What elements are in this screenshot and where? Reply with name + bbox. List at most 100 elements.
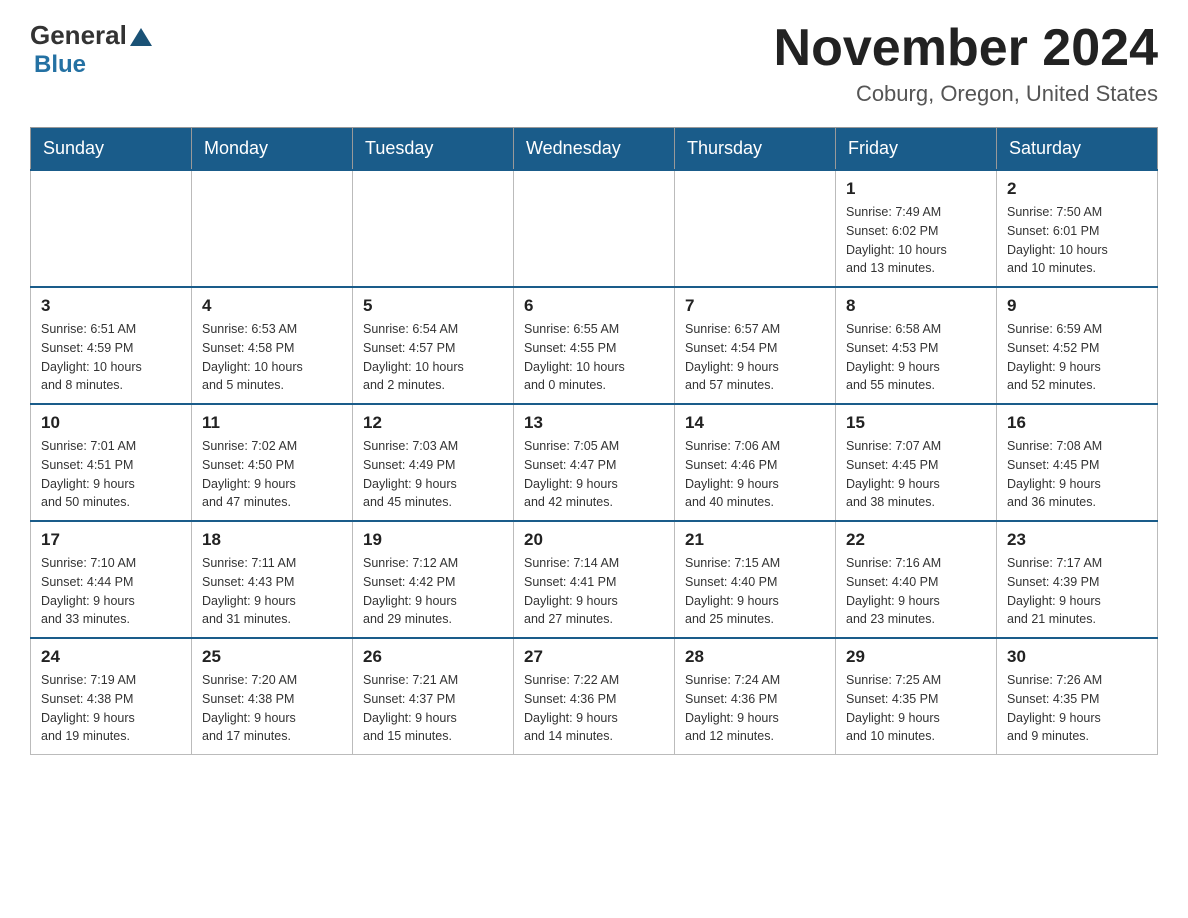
- day-number: 14: [685, 413, 825, 433]
- day-number: 20: [524, 530, 664, 550]
- day-number: 13: [524, 413, 664, 433]
- calendar-day-cell: [353, 170, 514, 287]
- calendar-day-cell: 15 Sunrise: 7:07 AMSunset: 4:45 PMDayligh…: [836, 404, 997, 521]
- calendar-day-cell: 16 Sunrise: 7:08 AMSunset: 4:45 PMDayligh…: [997, 404, 1158, 521]
- day-number: 3: [41, 296, 181, 316]
- day-number: 23: [1007, 530, 1147, 550]
- calendar-day-cell: 29 Sunrise: 7:25 AMSunset: 4:35 PMDayligh…: [836, 638, 997, 755]
- calendar-day-cell: 13 Sunrise: 7:05 AMSunset: 4:47 PMDayligh…: [514, 404, 675, 521]
- day-sun-info: Sunrise: 7:06 AMSunset: 4:46 PMDaylight:…: [685, 437, 825, 512]
- day-number: 4: [202, 296, 342, 316]
- calendar-day-cell: 14 Sunrise: 7:06 AMSunset: 4:46 PMDayligh…: [675, 404, 836, 521]
- calendar-day-cell: 18Sunrise: 7:11 AMSunset: 4:43 PMDayligh…: [192, 521, 353, 638]
- calendar-week-row: 10 Sunrise: 7:01 AMSunset: 4:51 PMDayligh…: [31, 404, 1158, 521]
- calendar-table: SundayMondayTuesdayWednesdayThursdayFrid…: [30, 127, 1158, 755]
- month-year-title: November 2024: [774, 20, 1158, 77]
- calendar-week-row: 1Sunrise: 7:49 AMSunset: 6:02 PMDaylight…: [31, 170, 1158, 287]
- day-number: 12: [363, 413, 503, 433]
- calendar-day-cell: 30 Sunrise: 7:26 AMSunset: 4:35 PMDayligh…: [997, 638, 1158, 755]
- day-sun-info: Sunrise: 7:08 AMSunset: 4:45 PMDaylight:…: [1007, 437, 1147, 512]
- day-number: 8: [846, 296, 986, 316]
- day-sun-info: Sunrise: 7:20 AMSunset: 4:38 PMDaylight:…: [202, 671, 342, 746]
- day-sun-info: Sunrise: 7:05 AMSunset: 4:47 PMDaylight:…: [524, 437, 664, 512]
- calendar-day-cell: 9 Sunrise: 6:59 AMSunset: 4:52 PMDaylight…: [997, 287, 1158, 404]
- day-sun-info: Sunrise: 7:15 AMSunset: 4:40 PMDaylight:…: [685, 554, 825, 629]
- calendar-day-cell: 20 Sunrise: 7:14 AMSunset: 4:41 PMDayligh…: [514, 521, 675, 638]
- calendar-day-cell: 4 Sunrise: 6:53 AMSunset: 4:58 PMDaylight…: [192, 287, 353, 404]
- day-number: 6: [524, 296, 664, 316]
- day-number: 19: [363, 530, 503, 550]
- day-number: 24: [41, 647, 181, 667]
- calendar-day-cell: 21 Sunrise: 7:15 AMSunset: 4:40 PMDayligh…: [675, 521, 836, 638]
- calendar-header-friday: Friday: [836, 128, 997, 171]
- day-sun-info: Sunrise: 7:14 AMSunset: 4:41 PMDaylight:…: [524, 554, 664, 629]
- day-number: 27: [524, 647, 664, 667]
- day-number: 21: [685, 530, 825, 550]
- day-number: 30: [1007, 647, 1147, 667]
- calendar-day-cell: 5Sunrise: 6:54 AMSunset: 4:57 PMDaylight…: [353, 287, 514, 404]
- calendar-day-cell: 1Sunrise: 7:49 AMSunset: 6:02 PMDaylight…: [836, 170, 997, 287]
- calendar-title-area: November 2024 Coburg, Oregon, United Sta…: [774, 20, 1158, 107]
- calendar-week-row: 17Sunrise: 7:10 AMSunset: 4:44 PMDayligh…: [31, 521, 1158, 638]
- day-sun-info: Sunrise: 7:07 AMSunset: 4:45 PMDaylight:…: [846, 437, 986, 512]
- day-number: 25: [202, 647, 342, 667]
- calendar-day-cell: 28 Sunrise: 7:24 AMSunset: 4:36 PMDayligh…: [675, 638, 836, 755]
- day-sun-info: Sunrise: 7:26 AMSunset: 4:35 PMDaylight:…: [1007, 671, 1147, 746]
- calendar-day-cell: 12Sunrise: 7:03 AMSunset: 4:49 PMDayligh…: [353, 404, 514, 521]
- day-number: 16: [1007, 413, 1147, 433]
- day-number: 28: [685, 647, 825, 667]
- calendar-day-cell: 10 Sunrise: 7:01 AMSunset: 4:51 PMDayligh…: [31, 404, 192, 521]
- day-sun-info: Sunrise: 7:49 AMSunset: 6:02 PMDaylight:…: [846, 203, 986, 278]
- location-subtitle: Coburg, Oregon, United States: [774, 81, 1158, 107]
- calendar-header-sunday: Sunday: [31, 128, 192, 171]
- day-sun-info: Sunrise: 6:58 AMSunset: 4:53 PMDaylight:…: [846, 320, 986, 395]
- day-sun-info: Sunrise: 7:16 AMSunset: 4:40 PMDaylight:…: [846, 554, 986, 629]
- day-number: 10: [41, 413, 181, 433]
- calendar-day-cell: [514, 170, 675, 287]
- calendar-day-cell: [192, 170, 353, 287]
- calendar-day-cell: 2Sunrise: 7:50 AMSunset: 6:01 PMDaylight…: [997, 170, 1158, 287]
- logo: General Blue: [30, 20, 152, 79]
- day-sun-info: Sunrise: 7:17 AMSunset: 4:39 PMDaylight:…: [1007, 554, 1147, 629]
- calendar-day-cell: 11 Sunrise: 7:02 AMSunset: 4:50 PMDayligh…: [192, 404, 353, 521]
- day-sun-info: Sunrise: 7:21 AMSunset: 4:37 PMDaylight:…: [363, 671, 503, 746]
- page-header: General Blue November 2024 Coburg, Orego…: [30, 20, 1158, 107]
- calendar-day-cell: 27Sunrise: 7:22 AMSunset: 4:36 PMDayligh…: [514, 638, 675, 755]
- day-number: 29: [846, 647, 986, 667]
- day-sun-info: Sunrise: 7:24 AMSunset: 4:36 PMDaylight:…: [685, 671, 825, 746]
- calendar-day-cell: 3Sunrise: 6:51 AMSunset: 4:59 PMDaylight…: [31, 287, 192, 404]
- day-sun-info: Sunrise: 7:25 AMSunset: 4:35 PMDaylight:…: [846, 671, 986, 746]
- calendar-header-thursday: Thursday: [675, 128, 836, 171]
- calendar-day-cell: [31, 170, 192, 287]
- calendar-day-cell: 26 Sunrise: 7:21 AMSunset: 4:37 PMDayligh…: [353, 638, 514, 755]
- day-sun-info: Sunrise: 7:01 AMSunset: 4:51 PMDaylight:…: [41, 437, 181, 512]
- calendar-day-cell: 17Sunrise: 7:10 AMSunset: 4:44 PMDayligh…: [31, 521, 192, 638]
- calendar-day-cell: 25 Sunrise: 7:20 AMSunset: 4:38 PMDayligh…: [192, 638, 353, 755]
- day-number: 15: [846, 413, 986, 433]
- logo-general-text: General: [30, 20, 127, 51]
- day-sun-info: Sunrise: 7:02 AMSunset: 4:50 PMDaylight:…: [202, 437, 342, 512]
- calendar-day-cell: 22 Sunrise: 7:16 AMSunset: 4:40 PMDayligh…: [836, 521, 997, 638]
- day-number: 2: [1007, 179, 1147, 199]
- calendar-day-cell: 24 Sunrise: 7:19 AMSunset: 4:38 PMDayligh…: [31, 638, 192, 755]
- calendar-day-cell: 7Sunrise: 6:57 AMSunset: 4:54 PMDaylight…: [675, 287, 836, 404]
- day-sun-info: Sunrise: 7:12 AMSunset: 4:42 PMDaylight:…: [363, 554, 503, 629]
- calendar-header-row: SundayMondayTuesdayWednesdayThursdayFrid…: [31, 128, 1158, 171]
- day-number: 9: [1007, 296, 1147, 316]
- day-number: 7: [685, 296, 825, 316]
- day-number: 26: [363, 647, 503, 667]
- calendar-day-cell: 6Sunrise: 6:55 AMSunset: 4:55 PMDaylight…: [514, 287, 675, 404]
- calendar-header-monday: Monday: [192, 128, 353, 171]
- day-sun-info: Sunrise: 7:19 AMSunset: 4:38 PMDaylight:…: [41, 671, 181, 746]
- calendar-header-wednesday: Wednesday: [514, 128, 675, 171]
- day-number: 11: [202, 413, 342, 433]
- day-number: 22: [846, 530, 986, 550]
- day-sun-info: Sunrise: 6:59 AMSunset: 4:52 PMDaylight:…: [1007, 320, 1147, 395]
- calendar-day-cell: 19 Sunrise: 7:12 AMSunset: 4:42 PMDayligh…: [353, 521, 514, 638]
- calendar-day-cell: 8 Sunrise: 6:58 AMSunset: 4:53 PMDaylight…: [836, 287, 997, 404]
- calendar-header-saturday: Saturday: [997, 128, 1158, 171]
- day-sun-info: Sunrise: 6:53 AMSunset: 4:58 PMDaylight:…: [202, 320, 342, 395]
- day-sun-info: Sunrise: 7:11 AMSunset: 4:43 PMDaylight:…: [202, 554, 342, 629]
- day-sun-info: Sunrise: 7:10 AMSunset: 4:44 PMDaylight:…: [41, 554, 181, 629]
- day-sun-info: Sunrise: 6:54 AMSunset: 4:57 PMDaylight:…: [363, 320, 503, 395]
